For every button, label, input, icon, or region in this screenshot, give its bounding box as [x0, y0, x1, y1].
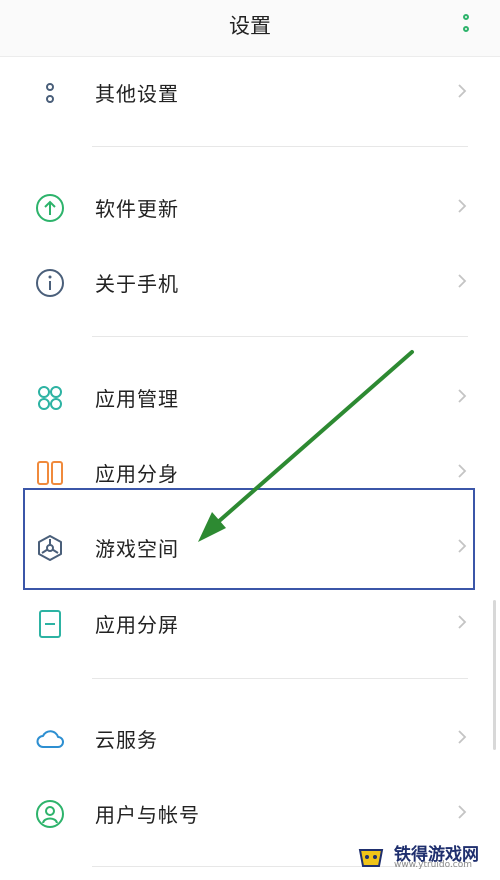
- cloud-icon: [36, 730, 64, 748]
- settings-item-other[interactable]: 其他设置: [0, 55, 500, 125]
- settings-item-software-update[interactable]: 软件更新: [0, 170, 500, 240]
- settings-item-app-management[interactable]: 应用管理: [0, 360, 500, 430]
- chevron-right-icon: [458, 615, 467, 629]
- chevron-right-icon: [458, 274, 467, 288]
- divider: [92, 336, 468, 337]
- page-title: 设置: [229, 14, 271, 38]
- user-icon: [36, 800, 64, 828]
- watermark: 铁得游戏网 www.ytruido.com: [354, 840, 494, 874]
- chevron-right-icon: [458, 805, 467, 819]
- settings-item-label: 应用分屏: [95, 613, 179, 637]
- highlight-box: [23, 488, 475, 590]
- divider: [92, 678, 468, 679]
- chevron-right-icon: [458, 389, 467, 403]
- settings-item-label: 应用分身: [95, 462, 179, 486]
- top-bar: 设置: [0, 0, 500, 57]
- settings-item-label: 软件更新: [95, 197, 179, 221]
- split-screen-icon: [39, 610, 61, 638]
- settings-item-label: 关于手机: [95, 272, 179, 296]
- settings-item-about-phone[interactable]: 关于手机: [0, 245, 500, 315]
- settings-item-split-screen[interactable]: 应用分屏: [0, 586, 500, 656]
- chevron-right-icon: [458, 464, 467, 478]
- settings-item-label: 其他设置: [95, 82, 179, 106]
- chevron-right-icon: [458, 199, 467, 213]
- overflow-menu-icon[interactable]: [460, 12, 472, 36]
- settings-item-cloud[interactable]: 云服务: [0, 701, 500, 771]
- app-grid-icon: [38, 386, 62, 410]
- clone-icon: [37, 461, 63, 485]
- settings-item-label: 用户与帐号: [95, 803, 200, 827]
- divider: [92, 146, 468, 147]
- chevron-right-icon: [458, 84, 467, 98]
- watermark-logo-icon: [358, 849, 384, 867]
- watermark-url: www.ytruido.com: [394, 860, 473, 870]
- settings-item-user-account[interactable]: 用户与帐号: [0, 776, 500, 846]
- chevron-right-icon: [458, 730, 467, 744]
- settings-item-label: 云服务: [95, 728, 158, 752]
- scrollbar[interactable]: [493, 600, 496, 750]
- info-icon: [36, 269, 64, 297]
- settings-item-label: 应用管理: [95, 387, 179, 411]
- more-dots-icon: [46, 83, 54, 103]
- upload-arrow-icon: [36, 194, 64, 222]
